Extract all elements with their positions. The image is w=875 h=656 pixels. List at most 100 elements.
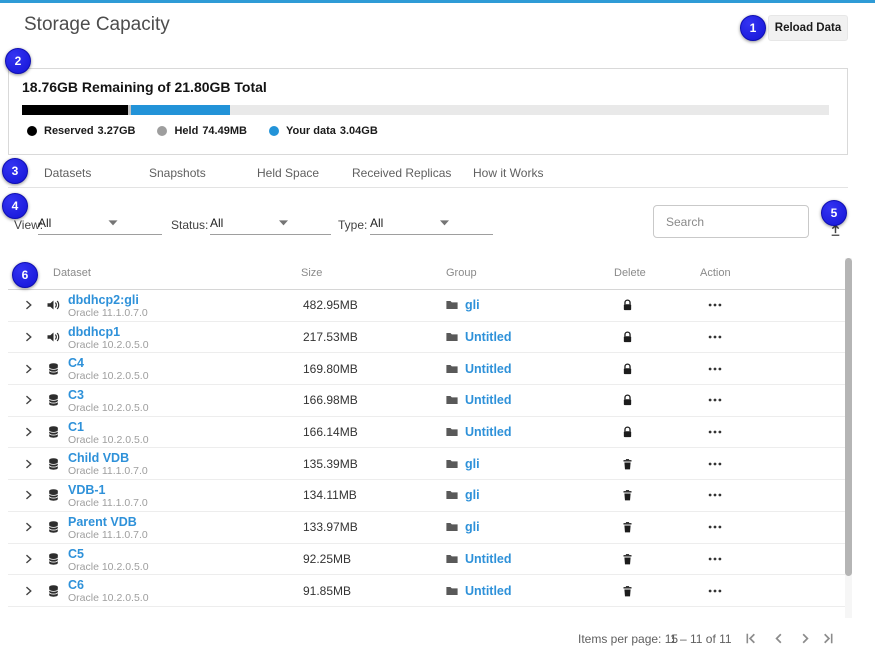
more-options-button[interactable] [707, 392, 723, 408]
status-filter-select[interactable]: All [210, 213, 331, 235]
tab-datasets[interactable]: Datasets [44, 166, 91, 180]
expand-row-button[interactable] [22, 426, 35, 439]
more-options-button[interactable] [707, 456, 723, 472]
more-options-button[interactable] [707, 361, 723, 377]
lock-icon [620, 393, 635, 408]
previous-page-button[interactable] [770, 630, 787, 647]
tab-how-it-works[interactable]: How it Works [473, 166, 543, 180]
more-options-button[interactable] [707, 329, 723, 345]
chevron-right-icon [22, 584, 35, 597]
more-options-button[interactable] [707, 519, 723, 535]
chevron-right-icon [22, 426, 35, 439]
dataset-name-link[interactable]: dbdhcp1 [68, 326, 149, 339]
dataset-version: Oracle 10.2.0.5.0 [68, 370, 149, 382]
more-options-icon [707, 487, 723, 503]
delete-button[interactable] [620, 551, 635, 566]
column-header-size: Size [301, 267, 322, 279]
chevron-right-icon [22, 457, 35, 470]
expand-row-button[interactable] [22, 584, 35, 597]
type-filter-select[interactable]: All [370, 213, 493, 235]
dataset-cell: C3 Oracle 10.2.0.5.0 [68, 389, 149, 414]
chevron-right-icon [22, 331, 35, 344]
capacity-bar-segment-reserved [22, 105, 128, 115]
reload-data-button[interactable]: Reload Data [768, 15, 848, 41]
group-link[interactable]: Untitled [465, 425, 512, 439]
last-page-button[interactable] [820, 630, 837, 647]
caret-down-icon [383, 213, 506, 232]
dataset-name-link[interactable]: Child VDB [68, 452, 148, 465]
dataset-name-link[interactable]: C4 [68, 357, 149, 370]
delete-button[interactable] [620, 361, 635, 376]
search-input[interactable] [653, 205, 809, 238]
view-filter-select[interactable]: All [38, 213, 162, 235]
tab-held-space[interactable]: Held Space [257, 166, 319, 180]
chevron-right-icon [22, 521, 35, 534]
group-link[interactable]: gli [465, 488, 480, 502]
dataset-name-link[interactable]: C6 [68, 579, 149, 592]
more-options-button[interactable] [707, 297, 723, 313]
trash-icon [620, 520, 635, 535]
folder-icon [445, 393, 459, 407]
dsource-icon [46, 330, 61, 345]
dataset-name-link[interactable]: C3 [68, 389, 149, 402]
more-options-button[interactable] [707, 551, 723, 567]
group-link[interactable]: gli [465, 298, 480, 312]
expand-row-button[interactable] [22, 362, 35, 375]
group-link[interactable]: Untitled [465, 362, 512, 376]
items-per-page[interactable]: Items per page: 15 [578, 632, 678, 646]
tab-received-replicas[interactable]: Received Replicas [352, 166, 451, 180]
group-link[interactable]: gli [465, 457, 480, 471]
expand-row-button[interactable] [22, 299, 35, 312]
expand-row-button[interactable] [22, 552, 35, 565]
delete-button[interactable] [620, 298, 635, 313]
vertical-scrollbar[interactable] [845, 258, 852, 618]
dataset-name-link[interactable]: dbdhcp2:gli [68, 294, 148, 307]
dataset-version: Oracle 10.2.0.5.0 [68, 561, 149, 573]
table-body: dbdhcp2:gli Oracle 11.1.0.7.0 482.95MB g… [8, 290, 845, 607]
dataset-name-link[interactable]: VDB-1 [68, 484, 148, 497]
table-header: Dataset Size Group Delete Action [8, 252, 845, 290]
delete-button[interactable] [620, 393, 635, 408]
chevron-right-icon [22, 394, 35, 407]
view-filter-value: All [38, 216, 51, 230]
more-options-icon [707, 424, 723, 440]
delete-button[interactable] [620, 456, 635, 471]
dataset-name-link[interactable]: Parent VDB [68, 516, 148, 529]
expand-row-button[interactable] [22, 331, 35, 344]
group-link[interactable]: gli [465, 520, 480, 534]
next-page-button[interactable] [797, 630, 814, 647]
more-options-button[interactable] [707, 583, 723, 599]
legend-label: Held [174, 125, 198, 137]
dataset-name-link[interactable]: C5 [68, 548, 149, 561]
dataset-version: Oracle 11.1.0.7.0 [68, 529, 148, 541]
scrollbar-thumb[interactable] [845, 258, 852, 576]
delete-button[interactable] [620, 583, 635, 598]
legend-label: Your data [286, 125, 336, 137]
status-filter-label: Status: [171, 218, 208, 232]
table-row: dbdhcp1 Oracle 10.2.0.5.0 217.53MB Untit… [8, 322, 845, 354]
more-options-button[interactable] [707, 487, 723, 503]
tab-snapshots[interactable]: Snapshots [149, 166, 206, 180]
expand-row-button[interactable] [22, 394, 35, 407]
group-link[interactable]: Untitled [465, 552, 512, 566]
delete-button[interactable] [620, 425, 635, 440]
first-page-button[interactable] [742, 630, 759, 647]
dataset-name-link[interactable]: C1 [68, 421, 149, 434]
delete-button[interactable] [620, 488, 635, 503]
group-link[interactable]: Untitled [465, 330, 512, 344]
group-link[interactable]: Untitled [465, 584, 512, 598]
dataset-version: Oracle 11.1.0.7.0 [68, 307, 148, 319]
folder-icon [445, 552, 459, 566]
expand-row-button[interactable] [22, 521, 35, 534]
group-link[interactable]: Untitled [465, 393, 512, 407]
expand-row-button[interactable] [22, 489, 35, 502]
more-options-button[interactable] [707, 424, 723, 440]
status-filter-value: All [210, 216, 223, 230]
delete-button[interactable] [620, 330, 635, 345]
lock-icon [620, 425, 635, 440]
capacity-bar [22, 105, 829, 115]
delete-button[interactable] [620, 520, 635, 535]
expand-row-button[interactable] [22, 457, 35, 470]
dataset-cell: C6 Oracle 10.2.0.5.0 [68, 579, 149, 604]
dataset-version: Oracle 10.2.0.5.0 [68, 339, 149, 351]
